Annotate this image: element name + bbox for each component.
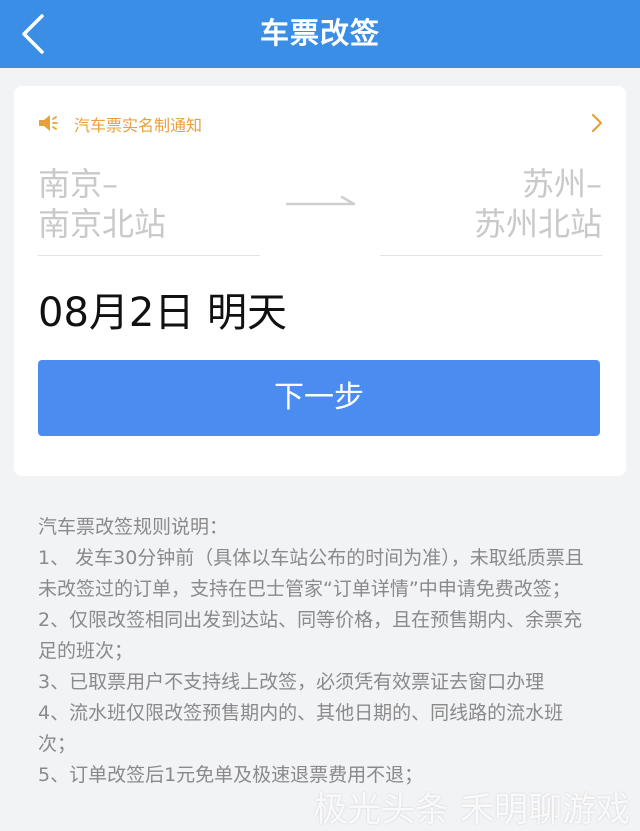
travel-date[interactable]: 08月2日 明天 — [38, 280, 287, 338]
arrival-station-name: 苏州北站 — [473, 205, 602, 243]
booking-card: 汽车票实名制通知 南京– 南京北站 苏州– 苏州北站 08月2日 明天 下一步 — [14, 86, 626, 476]
top-bar: 车票改签 — [0, 0, 640, 68]
rules-title: 汽车票改签规则说明： — [38, 516, 229, 538]
departure-station[interactable]: 南京– 南京北站 — [38, 164, 260, 256]
rule-item: 2、仅限改签相同出发到达站、同等价格，且在预售期内、余票充足的班次； — [38, 609, 583, 662]
departure-city: 南京– — [38, 165, 119, 203]
route-arrow-icon — [286, 195, 356, 206]
page-title: 车票改签 — [259, 16, 380, 50]
rules-section: 汽车票改签规则说明： 1、 发车30分钟前（具体以车站公布的时间为准），未取纸质… — [38, 512, 598, 791]
rule-item: 4、流水班仅限改签预售期内的、其他日期的、同线路的流水班次； — [38, 702, 564, 755]
next-step-button[interactable]: 下一步 — [38, 360, 600, 436]
arrival-station[interactable]: 苏州– 苏州北站 — [380, 164, 602, 256]
departure-station-name: 南京北站 — [38, 205, 167, 243]
rule-item: 3、已取票用户不支持线上改签，必须凭有效票证去窗口办理 — [38, 671, 545, 693]
realname-notice[interactable]: 汽车票实名制通知 — [38, 110, 604, 138]
chevron-right-icon — [591, 113, 603, 133]
watermark: 极光头条 禾明聊游戏 — [313, 790, 630, 830]
rule-item: 1、 发车30分钟前（具体以车站公布的时间为准），未取纸质票且未改签过的订单，支… — [38, 547, 584, 600]
arrival-city: 苏州– — [521, 165, 602, 203]
speaker-icon — [39, 115, 58, 131]
notice-text: 汽车票实名制通知 — [74, 116, 203, 135]
